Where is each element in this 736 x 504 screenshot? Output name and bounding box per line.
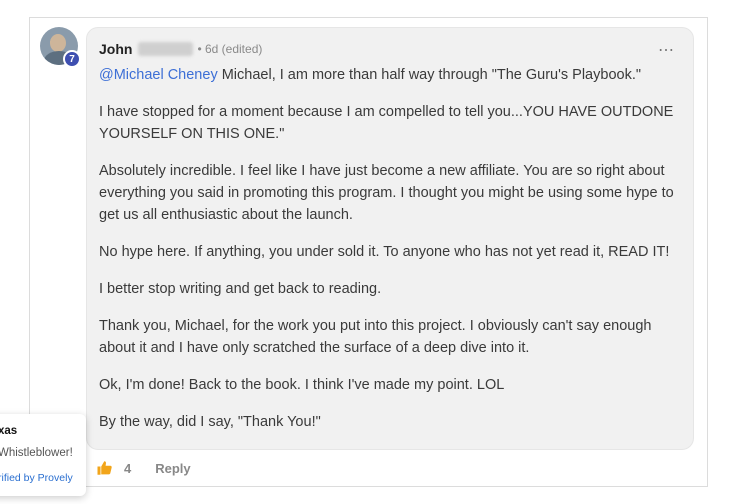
more-options-icon[interactable]: ⋯: [658, 40, 675, 60]
paragraph-2: I have stopped for a moment because I am…: [99, 104, 674, 142]
paragraph-5: I better stop writing and get back to re…: [99, 281, 382, 297]
social-proof-toast[interactable]: xas Whistleblower! rified by Provely: [0, 414, 86, 496]
paragraph-7: Ok, I'm done! Back to the book. I think …: [99, 377, 505, 393]
level-badge: 7: [63, 50, 81, 68]
toast-location: xas: [0, 425, 18, 437]
comment-actions: 4 Reply: [96, 459, 191, 477]
thumbs-up-icon[interactable]: [96, 459, 114, 477]
toast-verified[interactable]: rified by Provely: [0, 472, 73, 484]
redacted-surname: [138, 42, 194, 56]
like-count: 4: [124, 460, 132, 476]
comment-bubble: John • 6d (edited) ⋯ @Michael Cheney Mic…: [86, 27, 694, 450]
avatar-face: [50, 34, 66, 52]
paragraph-4: No hype here. If anything, you under sol…: [99, 244, 670, 260]
paragraph-1: @Michael Cheney Michael, I am more than …: [99, 64, 685, 86]
mention-link[interactable]: @Michael Cheney: [99, 67, 218, 83]
comment-header: John • 6d (edited): [99, 41, 262, 57]
comment-body: @Michael Cheney Michael, I am more than …: [99, 64, 685, 448]
paragraph-1-text: Michael, I am more than half way through…: [217, 67, 641, 83]
paragraph-6: Thank you, Michael, for the work you put…: [99, 318, 652, 356]
reply-button[interactable]: Reply: [155, 461, 190, 476]
paragraph-3: Absolutely incredible. I feel like I hav…: [99, 163, 674, 223]
comment-meta: • 6d (edited): [197, 42, 263, 56]
author-name[interactable]: John: [99, 41, 132, 57]
paragraph-8: By the way, did I say, "Thank You!": [99, 414, 321, 430]
toast-message: Whistleblower!: [0, 447, 73, 459]
